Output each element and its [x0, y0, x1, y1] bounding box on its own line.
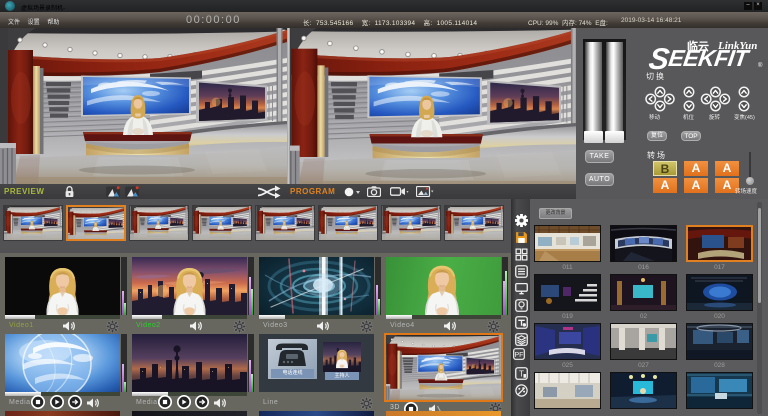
svg-text:T: T — [519, 370, 524, 379]
svg-text:PF: PF — [515, 352, 524, 359]
